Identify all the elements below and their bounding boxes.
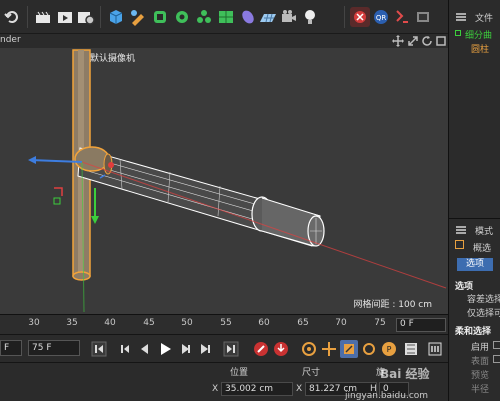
right-panel: 文件 细分曲 圆柱 模式 概选 选项 选项 容差选择 仅选择可 柔和选择 启用 … [448,0,500,401]
preview-label: 预览 [471,371,490,381]
panel-divider [449,218,500,219]
timeline-tick-label: 70 [335,318,347,328]
deformer-icon[interactable] [194,7,214,27]
scene-icon[interactable] [216,7,236,27]
qr-icon[interactable]: QR [371,7,391,27]
zoom-view-icon[interactable] [407,35,419,47]
record-keys-button[interactable] [252,340,270,358]
light-icon[interactable] [300,7,320,27]
wireframe-cylinder[interactable] [77,147,325,247]
object-item[interactable]: 细分曲 [465,28,500,41]
file-menu[interactable]: 文件 [475,11,500,24]
undo-icon[interactable] [2,7,22,27]
timeline-tick-label: 30 [28,318,40,328]
position-x-label: X [212,384,219,394]
toolbar-separator [344,6,345,28]
menu-icon[interactable] [456,13,466,21]
timeline-tick-label: 50 [181,318,193,328]
prev-frame-button[interactable] [136,340,154,358]
section-options: 选项 [455,282,474,292]
tab-options[interactable]: 选项 [457,258,493,271]
go-to-start-button[interactable] [90,340,108,358]
tolerant-selection-label: 容差选择 [467,295,500,305]
watermark-brand: Bai 经验 [380,367,430,381]
next-frame-button[interactable] [176,340,194,358]
toolbar-separator [100,6,101,28]
watermark-url: jingyan.baidu.com [345,391,429,401]
position-header: 位置 [230,368,249,378]
object-expand-icon[interactable] [455,30,461,36]
key-position-icon[interactable] [320,340,338,358]
camera-label[interactable]: 默认摄像机 [90,51,135,64]
grid-spacing-label: 网格间距 : 100 cm [353,300,432,310]
timeline-tick-label: 60 [258,318,270,328]
cloner-icon[interactable] [172,7,192,27]
max-frame-field[interactable]: 75 F [28,340,80,356]
svg-text:P: P [387,345,392,354]
auto-key-button[interactable] [272,340,290,358]
timeline-options-icon[interactable] [426,340,444,358]
timeline-tick-label: 55 [220,318,232,328]
deform-icon[interactable] [238,7,258,27]
enable-label: 启用 [471,343,490,353]
mode-icon[interactable] [455,240,464,249]
end-frame-field[interactable]: 0 F [396,318,446,332]
maximize-view-icon[interactable] [435,35,447,47]
play-button[interactable] [156,340,174,358]
key-rotation-icon[interactable] [360,340,378,358]
key-pla-icon[interactable] [402,340,420,358]
mode-header[interactable]: 模式 [475,224,500,237]
tools-icon[interactable] [413,7,433,27]
camera-icon[interactable] [279,7,299,27]
size-header: 尺寸 [302,368,321,378]
pen-icon[interactable] [128,7,148,27]
only-visible-label: 仅选择可 [467,309,500,319]
surface-checkbox[interactable] [493,355,500,363]
render-region-icon[interactable] [33,7,53,27]
main-toolbar: QR [0,0,448,34]
position-x-field[interactable]: 35.002 cm [221,382,293,396]
viewport-menu-label[interactable]: nder [0,35,21,45]
plugin-icon[interactable] [350,7,370,27]
object-child[interactable]: 圆柱 [471,42,500,55]
enable-checkbox[interactable] [493,341,500,349]
coordinates-manager: 位置 尺寸 旋 X 35.002 cm X 81.227 cm H 0 Bai … [0,362,448,401]
mode-sub[interactable]: 概选 [473,241,500,254]
surface-label: 表面 [471,357,490,367]
subdivision-icon[interactable] [150,7,170,27]
go-to-end-button[interactable] [222,340,240,358]
render-view-icon[interactable] [55,7,75,27]
key-parameter-icon[interactable]: P [380,340,398,358]
viewport-scene [28,49,447,313]
timeline-ruler[interactable]: 30 35 40 45 50 55 60 65 70 75 0 F [0,314,448,334]
timeline-tick-label: 65 [297,318,309,328]
viewport-header: nder [0,34,448,48]
section-soft-selection: 柔和选择 [455,327,492,337]
transport-bar: F 75 F P [0,334,448,362]
toolbar-separator [27,6,28,28]
move-view-icon[interactable] [392,35,404,47]
size-x-label: X [296,384,303,394]
render-settings-icon[interactable] [76,7,96,27]
timeline-tick-label: 75 [374,318,386,328]
svg-text:QR: QR [376,14,387,22]
script-icon[interactable] [392,7,412,27]
current-frame-field[interactable]: F [0,340,22,356]
timeline-tick-label: 40 [104,318,116,328]
keyframe-selection-icon[interactable] [300,340,318,358]
3d-viewport[interactable]: 默认摄像机 网格间距 : 100 cm [0,48,448,314]
rotate-view-icon[interactable] [421,35,433,47]
radius-label: 半径 [471,385,490,395]
attributes-menu-icon[interactable] [456,226,466,234]
next-key-button[interactable] [196,340,214,358]
timeline-tick-label: 45 [143,318,155,328]
timeline-tick-label: 35 [66,318,78,328]
cube-icon[interactable] [106,7,126,27]
key-scale-icon[interactable] [340,340,358,358]
floor-icon[interactable] [258,7,278,27]
prev-key-button[interactable] [116,340,134,358]
